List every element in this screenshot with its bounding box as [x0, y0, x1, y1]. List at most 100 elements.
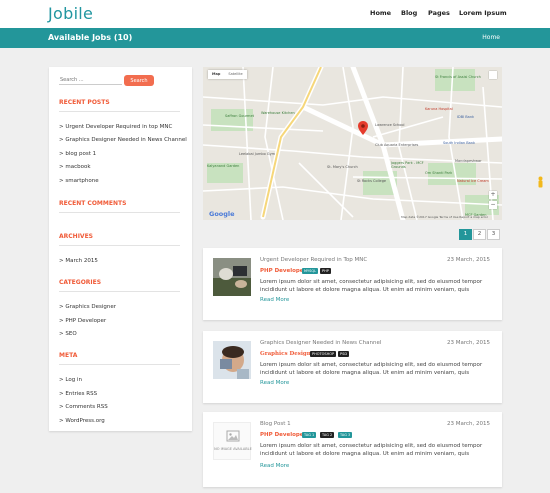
- site-logo[interactable]: Jobile: [48, 4, 93, 23]
- meta-link[interactable]: > Entries RSS: [59, 391, 97, 397]
- page-banner: Available Jobs (10) Home: [0, 28, 550, 48]
- job-tag[interactable]: PSD: [338, 351, 350, 357]
- divider: [59, 291, 180, 292]
- meta-label: Log in: [65, 377, 82, 383]
- no-image-text: NO IMAGE AVAILABLE: [214, 447, 252, 451]
- divider: [59, 245, 180, 246]
- map-label: Natural Ice Cream: [457, 179, 489, 183]
- job-date: 23 March, 2015: [446, 340, 490, 346]
- nav-pages[interactable]: Pages: [428, 9, 450, 17]
- job-date: 23 March, 2015: [446, 421, 490, 427]
- map-label: St Francis of Assisi Church: [435, 75, 481, 79]
- job-tag[interactable]: TAG 1: [302, 432, 317, 438]
- pegman-icon[interactable]: [537, 176, 544, 188]
- map-label: Joggers Park - MCF Grounds: [391, 161, 424, 169]
- job-category[interactable]: Graphics Designer: [260, 351, 317, 357]
- recent-post-link[interactable]: > Graphics Designer Needed in News Chann…: [59, 137, 187, 143]
- category-link[interactable]: > Graphics Designer: [59, 304, 116, 310]
- read-more-link[interactable]: Read More: [260, 463, 289, 469]
- map-type-tabs: Map Satellite: [208, 70, 247, 79]
- archive-link[interactable]: > March 2015: [59, 258, 98, 264]
- job-category[interactable]: PHP Developer: [260, 268, 306, 274]
- recent-post-label: macbook: [65, 164, 91, 170]
- category-label: Graphics Designer: [65, 304, 117, 310]
- recent-post-label: blog post 1: [65, 151, 97, 157]
- map-label: St Rocks College: [357, 179, 387, 183]
- map-label: Lawrence School: [375, 123, 405, 127]
- map-tab-satellite[interactable]: Satellite: [224, 70, 246, 79]
- divider: [59, 111, 180, 112]
- categories-heading: CATEGORIES: [59, 279, 102, 286]
- map-attribution: Map data ©2017 Google Terms of Use Repor…: [401, 215, 488, 219]
- read-more-link[interactable]: Read More: [260, 297, 289, 303]
- read-more-link[interactable]: Read More: [260, 380, 289, 386]
- breadcrumb-home[interactable]: Home: [482, 34, 500, 41]
- job-card[interactable]: Graphics Designer Needed in News Channel…: [203, 331, 502, 403]
- meta-link[interactable]: > Log in: [59, 377, 82, 383]
- nav-lorem-ipsum[interactable]: Lorem Ipsum: [459, 9, 507, 17]
- job-card[interactable]: Urgent Developer Required in Top MNC 23 …: [203, 248, 502, 320]
- page-3-button[interactable]: 3: [487, 229, 500, 240]
- meta-label: Comments RSS: [65, 404, 108, 410]
- map-label: Warehouse Kitchen: [261, 111, 295, 115]
- map-label: South Indian Bank: [443, 141, 475, 145]
- recent-post-link[interactable]: > smartphone: [59, 178, 99, 184]
- page-1-button[interactable]: 1: [459, 229, 472, 240]
- job-category[interactable]: PHP Developer: [260, 432, 306, 438]
- job-tag[interactable]: PHP: [320, 268, 331, 274]
- map-label: Mandapeshwar: [455, 159, 482, 163]
- designer-image: [213, 341, 251, 379]
- job-tag[interactable]: MYSQL: [302, 268, 319, 274]
- page-2-button[interactable]: 2: [473, 229, 486, 240]
- recent-post-link[interactable]: > Urgent Developer Required in top MNC: [59, 124, 172, 130]
- map-label: Karuna Hospital: [425, 107, 453, 111]
- meta-link[interactable]: > Comments RSS: [59, 404, 108, 410]
- map-label: Club Aquaria Enterprises: [375, 143, 419, 147]
- job-title[interactable]: Graphics Designer Needed in News Channel: [260, 340, 381, 346]
- job-thumbnail[interactable]: [213, 258, 251, 296]
- category-link[interactable]: > SEO: [59, 331, 77, 337]
- category-link[interactable]: > PHP Developer: [59, 318, 106, 324]
- job-card[interactable]: NO IMAGE AVAILABLE Blog Post 1 23 March,…: [203, 412, 502, 487]
- sidebar: Search RECENT POSTS > Urgent Developer R…: [49, 67, 192, 431]
- zoom-out-icon[interactable]: −: [489, 201, 497, 209]
- job-tag[interactable]: TAG 2: [320, 432, 335, 438]
- map-label: Om Shanti Park: [425, 171, 453, 175]
- meta-heading: META: [59, 352, 78, 359]
- meta-link[interactable]: > WordPress.org: [59, 418, 105, 424]
- category-label: PHP Developer: [65, 318, 107, 324]
- category-label: SEO: [65, 331, 77, 337]
- recent-post-label: Urgent Developer Required in top MNC: [65, 124, 173, 130]
- archives-heading: ARCHIVES: [59, 233, 93, 240]
- recent-posts-heading: RECENT POSTS: [59, 99, 110, 106]
- map-label: Kalyanand Garden: [207, 164, 240, 168]
- zoom-in-icon[interactable]: +: [489, 191, 497, 199]
- archive-label: March 2015: [65, 258, 98, 264]
- search-input[interactable]: [59, 76, 122, 85]
- location-pin-icon[interactable]: [358, 121, 368, 135]
- map-label: Leelabai Jumbo Gym: [239, 152, 276, 156]
- map-label: Saffron Gourmet: [225, 114, 254, 118]
- recent-post-link[interactable]: > macbook: [59, 164, 91, 170]
- meta-label: WordPress.org: [65, 418, 105, 424]
- recent-post-label: Graphics Designer Needed in News Channel: [65, 137, 187, 143]
- recent-post-link[interactable]: > blog post 1: [59, 151, 96, 157]
- map-tab-map[interactable]: Map: [208, 70, 224, 79]
- no-image-placeholder[interactable]: NO IMAGE AVAILABLE: [213, 422, 252, 460]
- google-map[interactable]: Map Satellite Saffron Gourmet Warehouse …: [203, 67, 502, 220]
- job-tag[interactable]: PHOTOSHOP: [310, 351, 337, 357]
- job-title[interactable]: Blog Post 1: [260, 421, 291, 427]
- top-navbar: Jobile Home Blog Pages Lorem Ipsum: [0, 0, 550, 28]
- nav-blog[interactable]: Blog: [401, 9, 417, 17]
- search-button[interactable]: Search: [124, 75, 154, 86]
- nav-home[interactable]: Home: [370, 9, 391, 17]
- meta-label: Entries RSS: [65, 391, 98, 397]
- recent-comments-heading: RECENT COMMENTS: [59, 200, 127, 207]
- map-label: IDBI Bank: [457, 115, 475, 119]
- fullscreen-icon[interactable]: [489, 71, 497, 79]
- developer-image: [213, 258, 251, 296]
- job-thumbnail[interactable]: [213, 341, 251, 379]
- job-tag[interactable]: TAG 3: [338, 432, 353, 438]
- job-title[interactable]: Urgent Developer Required in Top MNC: [260, 257, 367, 263]
- map-label: St. Mary's Church: [327, 165, 358, 169]
